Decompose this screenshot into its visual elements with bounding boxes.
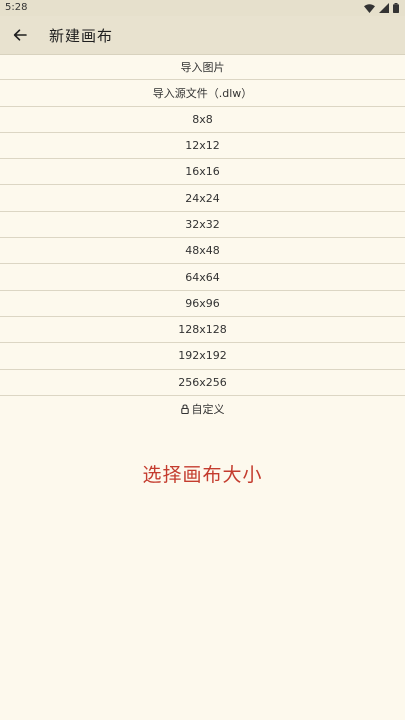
option-size-128[interactable]: 128x128 (0, 317, 405, 344)
arrow-left-icon (13, 29, 27, 41)
option-size-24[interactable]: 24x24 (0, 185, 405, 212)
screen: 5:28 新建画布 导入图片 导入源文件（.dlw） 8x8 12x12 16x… (0, 0, 405, 720)
signal-icon (379, 3, 389, 13)
option-size-256[interactable]: 256x256 (0, 370, 405, 396)
option-label: 12x12 (185, 139, 220, 153)
option-size-64[interactable]: 64x64 (0, 264, 405, 291)
battery-icon (393, 3, 399, 13)
option-size-96[interactable]: 96x96 (0, 291, 405, 317)
option-size-8[interactable]: 8x8 (0, 107, 405, 133)
option-label: 导入图片 (180, 60, 225, 74)
option-label: 自定义 (191, 403, 225, 416)
app-bar: 新建画布 (0, 16, 405, 55)
option-size-48[interactable]: 48x48 (0, 238, 405, 265)
option-label: 24x24 (185, 191, 220, 205)
option-label: 96x96 (185, 296, 220, 310)
page-title: 新建画布 (49, 27, 114, 45)
option-size-16[interactable]: 16x16 (0, 159, 405, 186)
option-size-32[interactable]: 32x32 (0, 212, 405, 239)
option-label: 64x64 (185, 270, 220, 284)
option-label: 16x16 (185, 165, 220, 179)
status-icons (364, 2, 399, 14)
option-label: 128x128 (178, 323, 227, 337)
option-import-image[interactable]: 导入图片 (0, 54, 405, 81)
option-size-12[interactable]: 12x12 (0, 133, 405, 160)
option-custom[interactable]: 自定义 (0, 396, 405, 422)
option-label: 192x192 (178, 349, 227, 363)
option-label: 导入源文件（.dlw） (152, 86, 253, 100)
lock-icon (180, 404, 189, 414)
canvas-option-list: 导入图片 导入源文件（.dlw） 8x8 12x12 16x16 24x24 3… (0, 54, 405, 422)
option-label: 8x8 (192, 112, 213, 126)
option-label: 48x48 (185, 244, 220, 258)
wifi-icon (364, 3, 375, 13)
select-canvas-size-hint: 选择画布大小 (142, 464, 263, 486)
back-button[interactable] (6, 21, 34, 49)
status-time: 5:28 (5, 2, 28, 13)
option-label: 256x256 (178, 375, 227, 389)
option-size-192[interactable]: 192x192 (0, 343, 405, 370)
status-bar: 5:28 (0, 0, 405, 16)
option-label: 32x32 (185, 217, 220, 231)
option-import-source-file[interactable]: 导入源文件（.dlw） (0, 80, 405, 107)
